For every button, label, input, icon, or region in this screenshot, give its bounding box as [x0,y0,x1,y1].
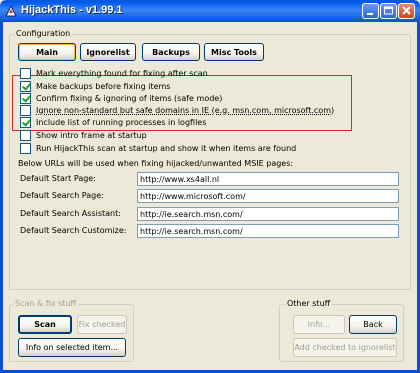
title-bar[interactable]: HijackThis - v1.99.1 [0,0,420,22]
search-assistant-input[interactable] [137,207,399,221]
add-to-ignorelist-button[interactable]: Add checked to ignorelist [293,338,397,357]
checkbox-make-backups[interactable]: Make backups before fixing items [20,80,170,92]
tab-backups[interactable]: Backups [142,43,200,61]
maximize-button[interactable] [380,3,397,19]
configuration-group-title: Configuration [14,29,73,38]
checkbox-box[interactable] [20,116,31,128]
minimize-button[interactable] [362,3,379,19]
urls-intro-text: Below URLs will be used when fixing hija… [18,159,294,168]
checkbox-label: Mark everything found for fixing after s… [36,68,208,78]
checkbox-label: Confirm fixing & ignoring of items (safe… [36,93,223,103]
start-page-label: Default Start Page: [20,174,96,183]
checkbox-box[interactable] [20,80,31,92]
tab-ignorelist[interactable]: Ignorelist [80,43,136,61]
window-title: HijackThis - v1.99.1 [21,4,123,16]
checkbox-label: Show intro frame at startup [36,130,147,140]
close-button[interactable] [398,3,415,19]
checkbox-ignore-safe-domains[interactable]: Ignore non-standard but safe domains in … [20,104,334,116]
info-selected-item-button[interactable]: Info on selected item... [18,338,126,357]
tab-misc-tools[interactable]: Misc Tools [204,43,264,61]
scan-button[interactable]: Scan [18,315,72,334]
start-page-input[interactable] [137,172,399,186]
checkbox-box[interactable] [20,142,31,154]
checkbox-box[interactable] [20,67,31,79]
search-customize-label: Default Search Customize: [20,226,127,235]
info-button[interactable]: Info... [293,315,345,334]
checkbox-label: Ignore non-standard but safe domains in … [36,105,335,115]
hijackthis-app-icon [5,4,17,17]
checkbox-show-intro[interactable]: Show intro frame at startup [20,129,147,141]
fix-checked-button[interactable]: Fix checked [77,315,127,334]
search-page-label: Default Search Page: [20,191,104,200]
checkbox-confirm-fixing[interactable]: Confirm fixing & ignoring of items (safe… [20,92,222,104]
checkbox-mark-everything[interactable]: Mark everything found for fixing after s… [20,67,208,79]
scan-fix-group-title: Scan & fix stuff [13,299,78,308]
search-assistant-label: Default Search Assistant: [20,209,121,218]
other-stuff-group-title: Other stuff [285,299,333,308]
checkbox-include-processes[interactable]: Include list of running processes in log… [20,116,206,128]
tab-main[interactable]: Main [18,43,76,61]
checkbox-label: Run HijackThis scan at startup and show … [36,143,297,153]
search-customize-input[interactable] [137,224,399,238]
maximize-icon [384,6,393,15]
checkbox-box[interactable] [20,104,31,116]
checkbox-label: Make backups before fixing items [36,81,171,91]
checkbox-box[interactable] [20,129,31,141]
minimize-icon [367,13,373,15]
close-icon [402,6,411,15]
checkbox-run-at-startup[interactable]: Run HijackThis scan at startup and show … [20,142,296,154]
search-page-input[interactable] [137,189,399,203]
checkbox-label: Include list of running processes in log… [36,117,207,127]
checkbox-box[interactable] [20,92,31,104]
back-button[interactable]: Back [349,315,397,334]
